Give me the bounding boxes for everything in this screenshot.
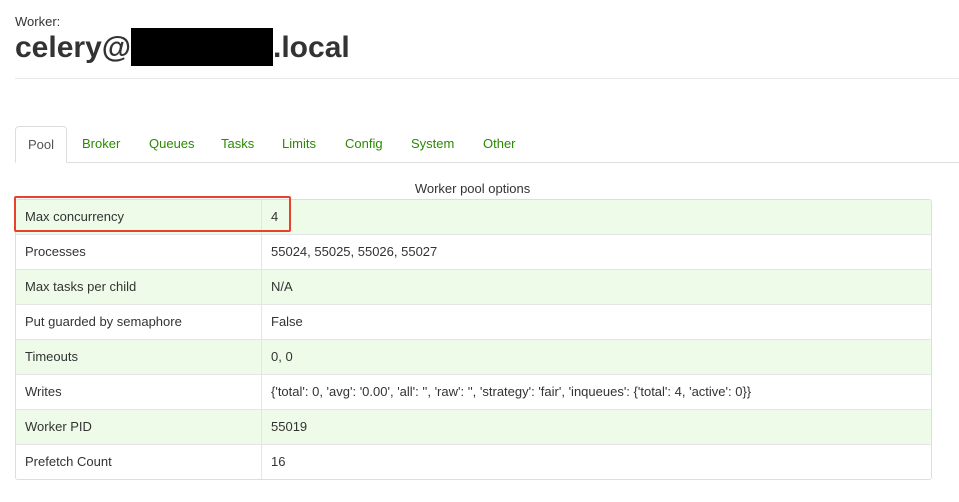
row-value: {'total': 0, 'avg': '0.00', 'all': '', '… xyxy=(271,384,752,399)
worker-tabs: Pool Broker Queues Tasks Limits Config S… xyxy=(15,126,959,163)
row-value: 4 xyxy=(271,209,279,224)
tab-queues[interactable]: Queues xyxy=(149,126,195,161)
header-divider xyxy=(15,78,959,79)
row-key: Max tasks per child xyxy=(16,270,262,304)
row-key: Writes xyxy=(16,375,262,409)
row-key: Max concurrency xyxy=(16,200,262,234)
tab-other[interactable]: Other xyxy=(483,126,516,161)
table-row: Worker PID 55019 xyxy=(16,409,931,444)
pool-options-table: Max concurrency 4 Processes 55024, 55025… xyxy=(15,199,932,480)
worker-name: celery@ .local xyxy=(15,28,350,68)
pool-table-caption: Worker pool options xyxy=(414,181,531,196)
table-row: Put guarded by semaphore False xyxy=(16,304,931,339)
row-value: 16 xyxy=(271,454,286,469)
row-key: Timeouts xyxy=(16,340,262,374)
table-row: Max concurrency 4 xyxy=(16,200,931,234)
table-row: Timeouts 0, 0 xyxy=(16,339,931,374)
worker-name-suffix: .local xyxy=(273,31,350,64)
worker-label: Worker: xyxy=(15,14,61,29)
table-row: Prefetch Count 16 xyxy=(16,444,931,479)
row-value: 0, 0 xyxy=(271,349,293,364)
worker-page: Worker: celery@ .local Pool Broker Queues… xyxy=(0,0,959,502)
row-value: 55019 xyxy=(271,419,308,434)
row-value: False xyxy=(271,314,303,329)
tab-broker[interactable]: Broker xyxy=(82,126,120,161)
row-key: Processes xyxy=(16,235,262,269)
table-row: Max tasks per child N/A xyxy=(16,269,931,304)
tab-limits[interactable]: Limits xyxy=(282,126,316,161)
worker-name-prefix: celery@ xyxy=(15,31,132,64)
row-key: Prefetch Count xyxy=(16,445,262,479)
tab-config[interactable]: Config xyxy=(345,126,383,161)
table-row: Processes 55024, 55025, 55026, 55027 xyxy=(16,234,931,269)
table-row: Writes {'total': 0, 'avg': '0.00', 'all'… xyxy=(16,374,931,409)
redaction-block xyxy=(131,28,274,66)
tab-tasks[interactable]: Tasks xyxy=(221,126,254,161)
row-key: Put guarded by semaphore xyxy=(16,305,262,339)
tab-pool[interactable]: Pool xyxy=(15,126,68,163)
tab-system[interactable]: System xyxy=(411,126,454,161)
row-value: 55024, 55025, 55026, 55027 xyxy=(271,244,438,259)
row-key: Worker PID xyxy=(16,410,262,444)
row-value: N/A xyxy=(271,279,293,294)
